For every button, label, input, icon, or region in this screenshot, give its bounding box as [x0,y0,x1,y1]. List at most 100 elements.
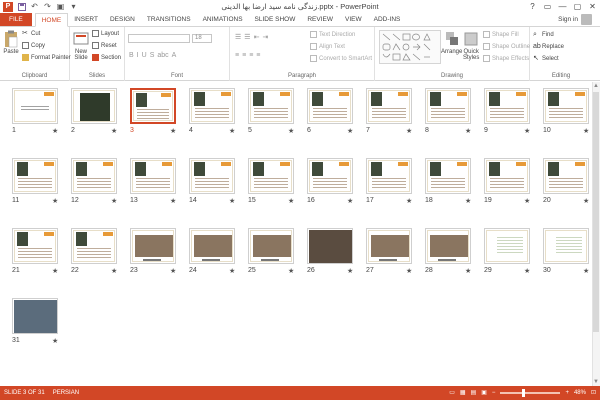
normal-view-icon[interactable]: ▭ [449,389,455,396]
animation-star-icon[interactable]: ★ [170,197,176,205]
align-center-icon[interactable]: ≡ [242,52,246,59]
animation-star-icon[interactable]: ★ [288,127,294,135]
reading-view-icon[interactable]: ▤ [471,389,477,396]
zoom-in-icon[interactable]: + [565,390,569,396]
slide-thumbnail-10[interactable]: 10 ★ [543,88,593,140]
paste-button[interactable]: Paste [3,30,19,55]
slide-preview[interactable] [484,158,530,194]
slideshow-view-icon[interactable]: ▣ [481,389,487,396]
slide-preview[interactable] [307,228,353,264]
slide-preview[interactable] [425,88,471,124]
slide-thumbnail-27[interactable]: 27 ★ [366,228,416,280]
slide-preview[interactable] [248,228,294,264]
slide-preview[interactable] [189,228,235,264]
slide-thumbnail-8[interactable]: 8 ★ [425,88,475,140]
slide-thumbnail-11[interactable]: 11 ★ [12,158,62,210]
slide-preview[interactable] [543,158,589,194]
slide-thumbnail-7[interactable]: 7 ★ [366,88,416,140]
language-indicator[interactable]: PERSIAN [49,390,83,396]
shadow-icon[interactable]: S [150,52,155,59]
slide-preview[interactable] [71,158,117,194]
minimize-icon[interactable]: — [555,0,570,12]
slide-preview[interactable] [130,228,176,264]
animation-star-icon[interactable]: ★ [170,267,176,275]
animation-star-icon[interactable]: ★ [583,127,589,135]
slide-thumbnail-28[interactable]: 28 ★ [425,228,475,280]
slide-thumbnail-26[interactable]: 26 ★ [307,228,357,280]
slide-thumbnail-6[interactable]: 6 ★ [307,88,357,140]
slide-thumbnail-14[interactable]: 14 ★ [189,158,239,210]
tab-add-ins[interactable]: ADD-INS [368,13,407,26]
shapes-gallery[interactable] [379,30,441,64]
animation-star-icon[interactable]: ★ [52,267,58,275]
slide-thumbnail-5[interactable]: 5 ★ [248,88,298,140]
save-icon[interactable] [17,2,26,11]
slide-thumbnail-1[interactable]: 1 ★ [12,88,62,140]
slide-preview[interactable] [130,88,176,124]
strikethrough-icon[interactable]: abc [157,52,168,59]
animation-star-icon[interactable]: ★ [524,267,530,275]
slide-preview[interactable] [12,228,58,264]
slide-preview[interactable] [71,228,117,264]
ribbon-display-icon[interactable]: ▭ [540,0,555,12]
animation-star-icon[interactable]: ★ [229,127,235,135]
animation-star-icon[interactable]: ★ [52,337,58,345]
tab-view[interactable]: VIEW [339,13,368,26]
tab-transitions[interactable]: TRANSITIONS [141,13,197,26]
zoom-level[interactable]: 48% [574,390,586,396]
help-icon[interactable]: ? [525,0,540,12]
scroll-up-icon[interactable]: ▲ [592,82,600,90]
quick-styles-button[interactable]: Quick Styles [463,30,479,61]
decrease-indent-icon[interactable]: ⇤ [254,33,260,41]
slide-thumbnail-18[interactable]: 18 ★ [425,158,475,210]
slide-preview[interactable] [71,88,117,124]
section-button[interactable]: Section [92,54,121,61]
slide-thumbnail-25[interactable]: 25 ★ [248,228,298,280]
shape-effects-button[interactable]: Shape Effects [483,55,529,62]
animation-star-icon[interactable]: ★ [347,197,353,205]
convert-smartart-button[interactable]: Convert to SmartArt [310,55,372,62]
animation-star-icon[interactable]: ★ [229,197,235,205]
slide-preview[interactable] [189,158,235,194]
italic-icon[interactable]: I [137,52,139,59]
slide-thumbnail-9[interactable]: 9 ★ [484,88,534,140]
font-size-dropdown[interactable]: 18 [192,34,212,43]
powerpoint-logo-icon[interactable]: P [3,1,13,12]
animation-star-icon[interactable]: ★ [52,197,58,205]
font-name-dropdown[interactable] [128,34,190,43]
animation-star-icon[interactable]: ★ [111,267,117,275]
slide-preview[interactable] [484,228,530,264]
tab-animations[interactable]: ANIMATIONS [197,13,249,26]
bold-icon[interactable]: B [129,52,134,59]
slide-thumbnail-20[interactable]: 20 ★ [543,158,593,210]
bullets-icon[interactable]: ☰ [235,33,241,41]
animation-star-icon[interactable]: ★ [288,197,294,205]
slide-preview[interactable] [366,158,412,194]
redo-icon[interactable]: ↷ [43,2,52,11]
zoom-slider-knob[interactable] [522,388,526,397]
slide-preview[interactable] [366,228,412,264]
animation-star-icon[interactable]: ★ [524,197,530,205]
zoom-slider[interactable] [500,388,561,397]
slide-thumbnail-22[interactable]: 22 ★ [71,228,121,280]
maximize-icon[interactable]: ▢ [570,0,585,12]
animation-star-icon[interactable]: ★ [347,267,353,275]
slide-thumbnail-2[interactable]: 2 ★ [71,88,121,140]
tab-slide-show[interactable]: SLIDE SHOW [249,13,302,26]
slide-thumbnail-13[interactable]: 13 ★ [130,158,180,210]
animation-star-icon[interactable]: ★ [288,267,294,275]
slide-thumbnail-16[interactable]: 16 ★ [307,158,357,210]
slide-preview[interactable] [307,88,353,124]
animation-star-icon[interactable]: ★ [465,127,471,135]
slide-preview[interactable] [12,158,58,194]
format-painter-button[interactable]: Format Painter [22,54,71,61]
copy-button[interactable]: Copy [22,42,45,49]
new-slide-button[interactable]: New Slide [73,30,89,61]
text-direction-button[interactable]: Text Direction [310,31,355,38]
zoom-out-icon[interactable]: − [492,390,496,396]
animation-star-icon[interactable]: ★ [524,127,530,135]
slide-thumbnail-3[interactable]: 3 ★ [130,88,180,140]
slide-preview[interactable] [484,88,530,124]
animation-star-icon[interactable]: ★ [111,197,117,205]
animation-star-icon[interactable]: ★ [52,127,58,135]
